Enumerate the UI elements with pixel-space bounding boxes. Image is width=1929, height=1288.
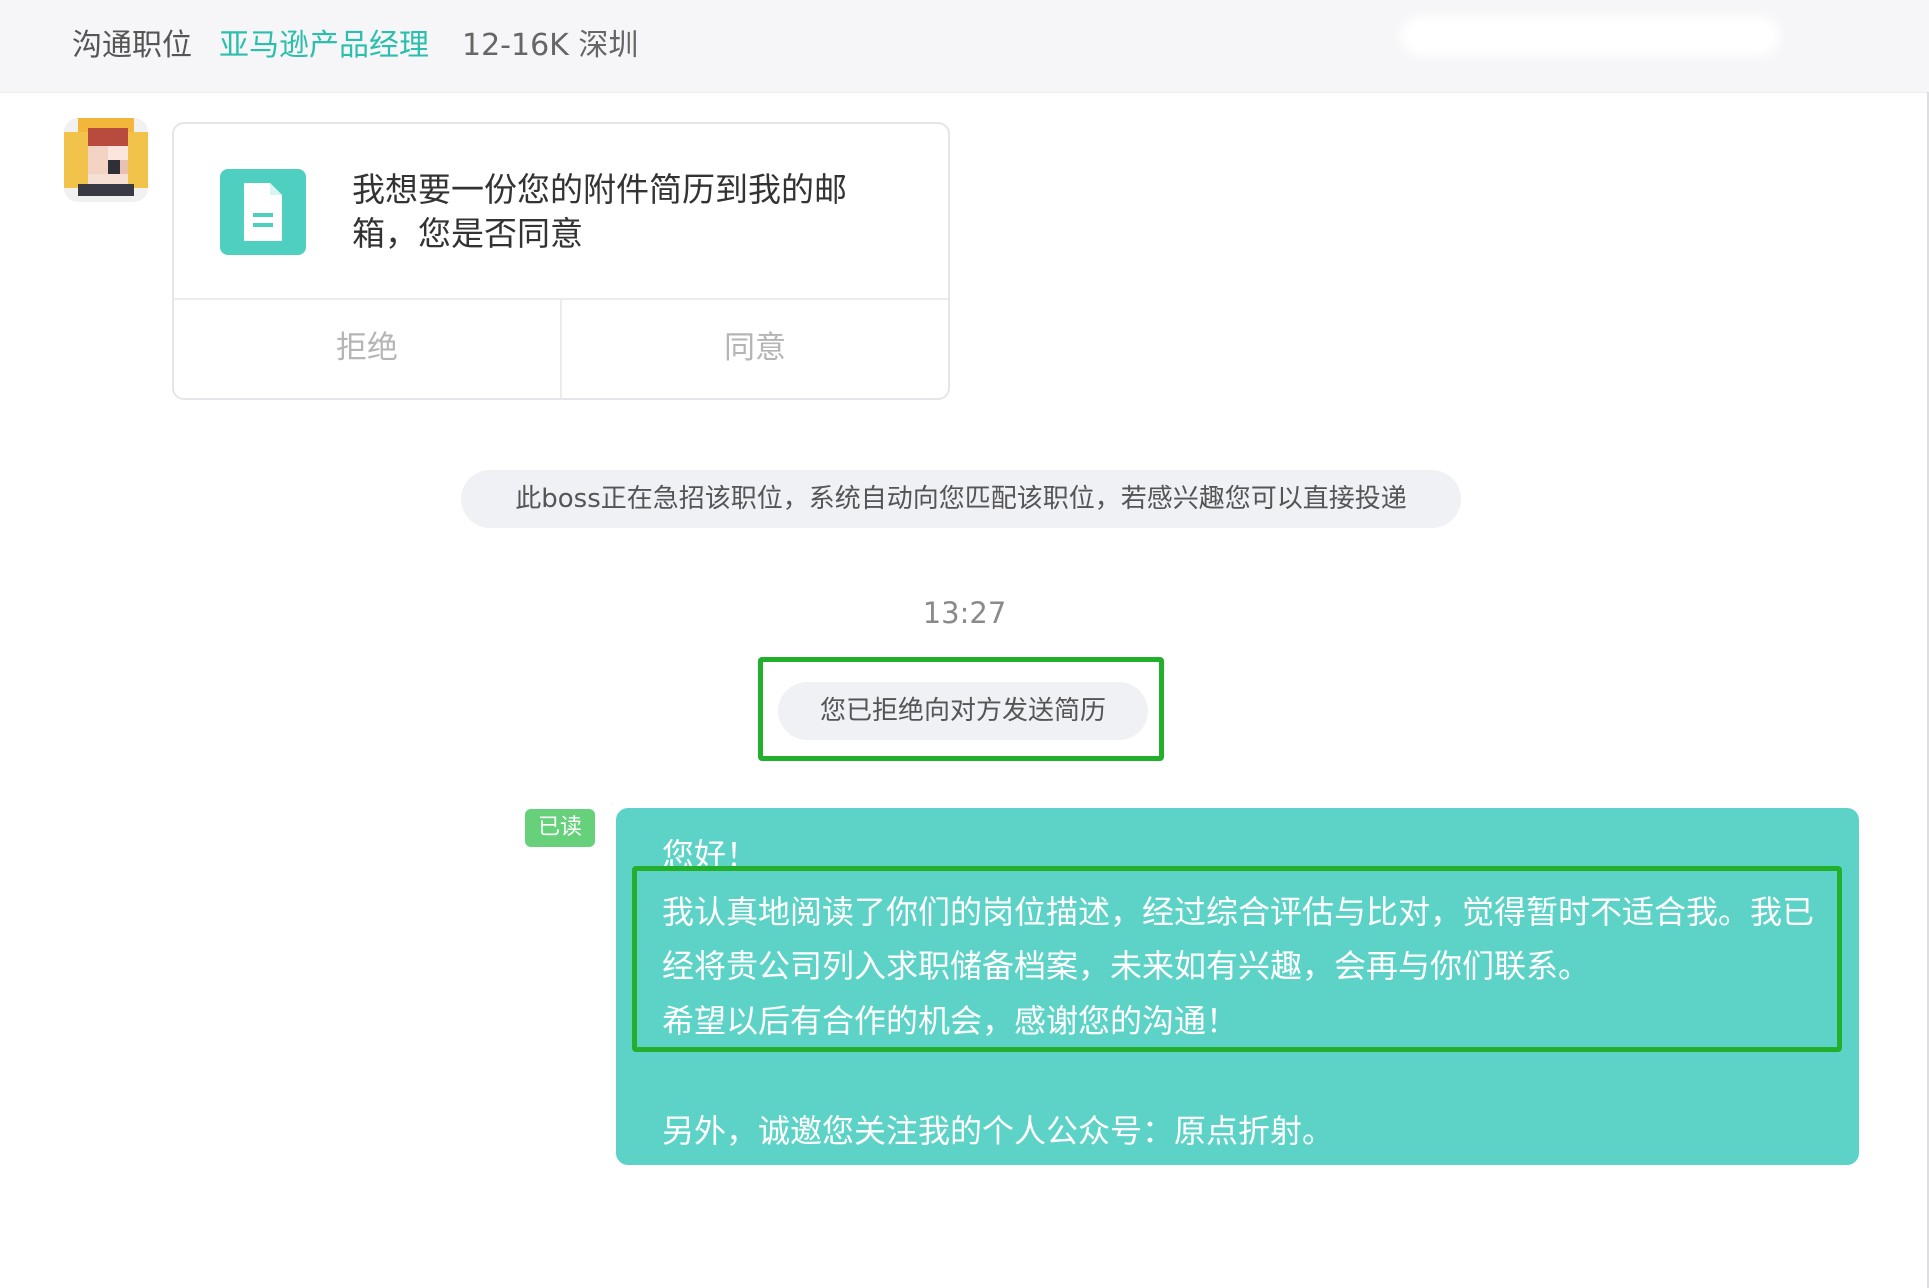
message-line: 另外，诚邀您关注我的个人公众号：原点折射。 xyxy=(662,1112,1335,1150)
job-title-link[interactable]: 亚马逊产品经理 xyxy=(219,0,429,92)
reject-button[interactable]: 拒绝 xyxy=(174,300,560,398)
salary-location: 12-16K 深圳 xyxy=(462,28,639,63)
system-notice: 此boss正在急招该职位，系统自动向您匹配该职位，若感兴趣您可以直接投递 xyxy=(461,470,1461,528)
highlight-box xyxy=(758,657,1164,761)
chat-window: 沟通职位 亚马逊产品经理 12-16K 深圳 我想要一份您的附件简历到我的邮箱，… xyxy=(0,0,1929,1288)
resume-request-card: 我想要一份您的附件简历到我的邮箱，您是否同意 拒绝 同意 xyxy=(172,122,950,400)
redacted-area xyxy=(1400,16,1780,56)
read-status-badge: 已读 xyxy=(525,809,595,847)
card-actions: 拒绝 同意 xyxy=(174,298,948,398)
accept-button[interactable]: 同意 xyxy=(560,300,948,398)
position-label: 沟通职位 xyxy=(72,28,192,63)
document-icon xyxy=(220,169,306,255)
chat-header: 沟通职位 亚马逊产品经理 12-16K 深圳 xyxy=(0,0,1929,93)
avatar[interactable] xyxy=(64,118,148,202)
message-timestamp: 13:27 xyxy=(922,596,1007,630)
request-text: 我想要一份您的附件简历到我的邮箱，您是否同意 xyxy=(352,170,847,253)
highlight-box xyxy=(632,866,1842,1052)
